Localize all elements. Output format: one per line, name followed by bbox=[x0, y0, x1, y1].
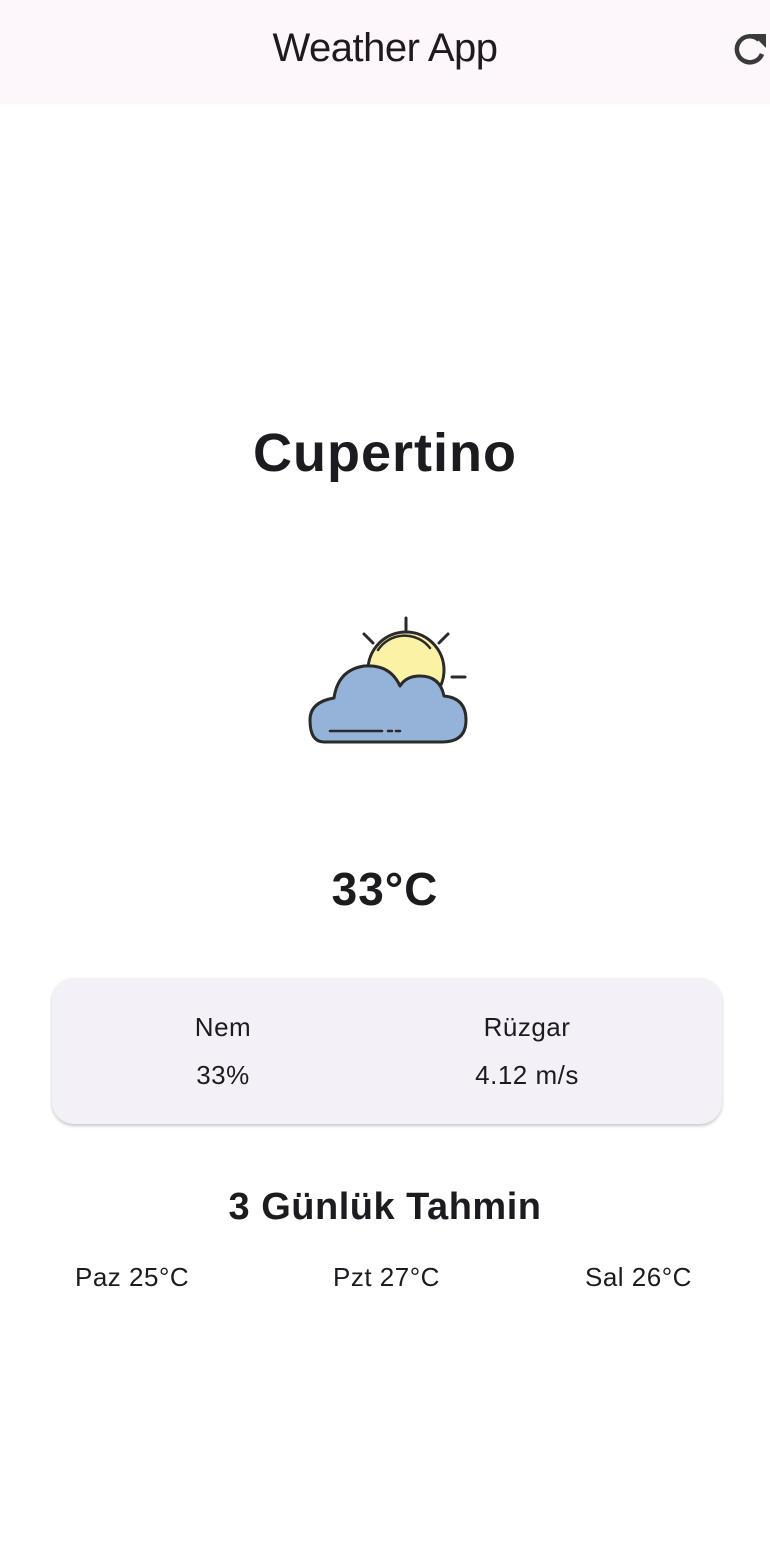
app-bar: Weather App bbox=[0, 0, 770, 104]
wind-detail: Rüzgar 4.12 m/s bbox=[417, 1012, 637, 1091]
temperature: 33°C bbox=[331, 863, 439, 915]
humidity-detail: Nem 33% bbox=[113, 1012, 333, 1091]
humidity-value: 33% bbox=[196, 1060, 250, 1090]
wind-label: Rüzgar bbox=[483, 1012, 571, 1042]
refresh-icon bbox=[734, 34, 766, 65]
forecast-title: 3 Günlük Tahmin bbox=[228, 1186, 542, 1228]
forecast-day-2: Pzt 27°C bbox=[333, 1262, 440, 1292]
city-name: Cupertino bbox=[253, 423, 517, 483]
wind-value: 4.12 m/s bbox=[475, 1060, 579, 1090]
forecast-day-1: Paz 25°C bbox=[75, 1262, 190, 1292]
humidity-label: Nem bbox=[194, 1012, 252, 1042]
app-title: Weather App bbox=[272, 26, 498, 70]
forecast-day-3: Sal 26°C bbox=[585, 1262, 692, 1292]
details-card: Nem 33% Rüzgar 4.12 m/s bbox=[52, 978, 722, 1124]
partly-cloudy-icon bbox=[302, 612, 472, 752]
refresh-button[interactable] bbox=[730, 28, 770, 72]
